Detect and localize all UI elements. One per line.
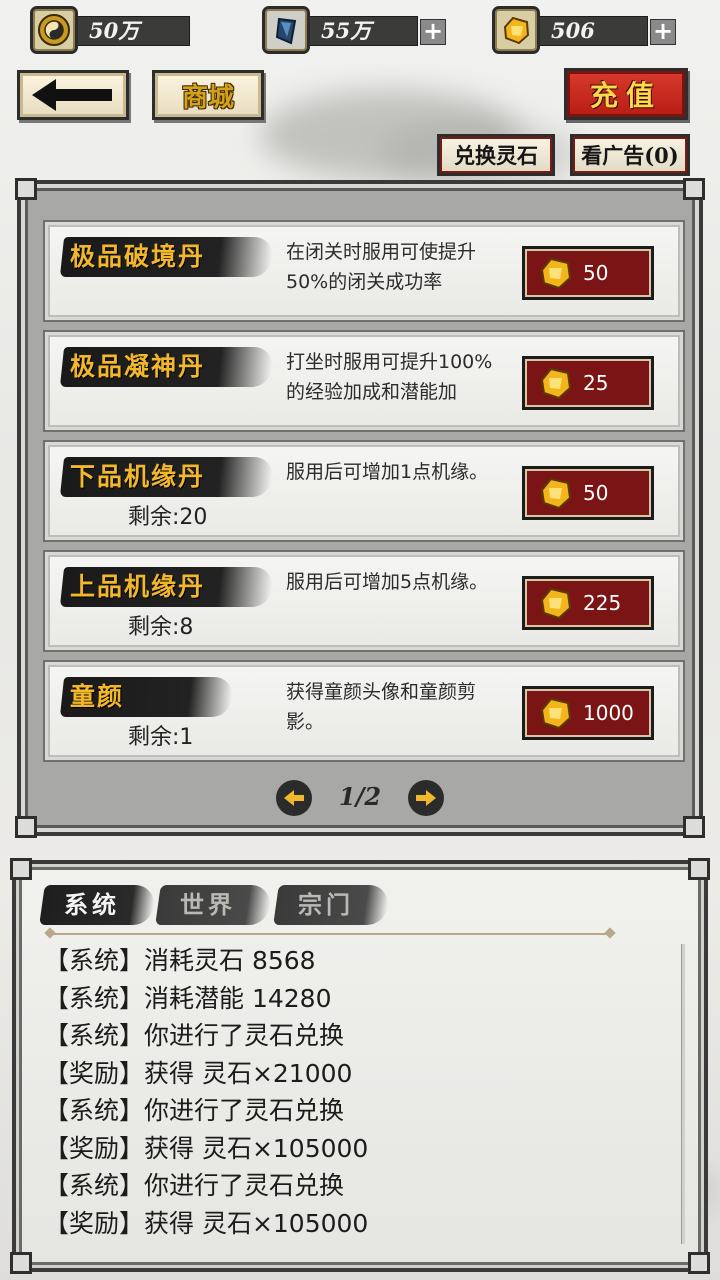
chat-line: 【奖励】获得 灵石×105000 — [44, 1133, 369, 1163]
crystal-amount: 55万 — [292, 16, 418, 46]
tab-label: 世界 — [180, 890, 236, 919]
panel-corner — [688, 1252, 710, 1274]
buy-button[interactable]: 50 — [522, 466, 654, 520]
tab-system[interactable]: 系统 — [39, 885, 157, 925]
back-button[interactable] — [17, 70, 129, 120]
buy-button[interactable]: 25 — [522, 356, 654, 410]
shop-item: 下品机缘丹 剩余:20 服用后可增加1点机缘。 50 — [45, 442, 683, 540]
item-description: 服用后可增加5点机缘。 — [286, 571, 489, 593]
resource-yin-yang: 50万 — [30, 6, 192, 54]
gold-gem-icon — [540, 257, 572, 290]
resource-crystal: 55万 + — [262, 6, 450, 54]
item-name: 童颜 — [70, 682, 125, 711]
blue-crystal-icon — [262, 6, 310, 54]
item-description: 服用后可增加1点机缘。 — [286, 461, 489, 483]
back-arrow-icon — [32, 79, 112, 111]
panel-corner — [688, 858, 710, 880]
gold-gem-icon — [492, 6, 540, 54]
item-name: 极品破境丹 — [70, 242, 206, 271]
prev-page-button[interactable] — [276, 780, 312, 816]
tab-world[interactable]: 世界 — [155, 885, 273, 925]
shop-item: 童颜 剩余:1 获得童颜头像和童颜剪影。 1000 — [45, 662, 683, 760]
shop-panel: 极品破境丹 在闭关时服用可使提升50%的闭关成功率 50 极品凝神丹 打坐时服用… — [15, 178, 705, 838]
arrow-right-icon — [416, 790, 436, 806]
item-price: 50 — [583, 481, 609, 505]
gold-gem-icon — [540, 477, 572, 510]
item-price: 225 — [583, 591, 622, 615]
item-description: 打坐时服用可提升100%的经验加成和潜能加 — [286, 351, 493, 403]
yin-yang-icon — [30, 6, 78, 54]
chat-line: 【系统】你进行了灵石兑换 — [44, 1096, 345, 1125]
item-name: 下品机缘丹 — [70, 462, 206, 491]
recharge-button[interactable]: 充值 — [564, 68, 688, 120]
panel-corner — [683, 178, 705, 200]
yin-yang-amount: 50万 — [60, 16, 190, 46]
watch-ad-button[interactable]: 看广告(0) — [570, 134, 690, 176]
arrow-left-icon — [284, 790, 304, 806]
gold-gem-icon — [540, 697, 572, 730]
chat-divider — [50, 933, 610, 935]
panel-corner — [10, 1252, 32, 1274]
item-name: 上品机缘丹 — [70, 572, 206, 601]
buy-button[interactable]: 225 — [522, 576, 654, 630]
tab-label: 宗门 — [298, 890, 354, 919]
shop-button[interactable]: 商城 — [152, 70, 264, 120]
chat-line: 【系统】消耗灵石 8568 — [44, 946, 316, 975]
item-stock: 剩余:8 — [128, 615, 194, 640]
item-price: 25 — [583, 371, 609, 395]
chat-log: 【系统】消耗灵石 8568 【系统】消耗潜能 14280 【系统】你进行了灵石兑… — [44, 942, 664, 1242]
buy-button[interactable]: 1000 — [522, 686, 654, 740]
item-stock: 剩余:1 — [128, 725, 194, 750]
gold-gem-icon — [540, 367, 572, 400]
tab-label: 系统 — [64, 890, 120, 919]
item-price: 1000 — [583, 701, 634, 725]
panel-corner — [683, 816, 705, 838]
next-page-button[interactable] — [408, 780, 444, 816]
chat-line: 【系统】你进行了灵石兑换 — [44, 1171, 345, 1200]
shop-item: 极品凝神丹 打坐时服用可提升100%的经验加成和潜能加 25 — [45, 332, 683, 430]
panel-corner — [15, 178, 37, 200]
add-gold-button[interactable]: + — [650, 19, 676, 45]
resource-gold: 506 + — [492, 6, 680, 54]
page-indicator: 1/2 — [338, 782, 382, 811]
item-price: 50 — [583, 261, 609, 285]
tab-sect[interactable]: 宗门 — [273, 885, 391, 925]
gold-amount: 506 — [522, 16, 648, 46]
item-name: 极品凝神丹 — [70, 352, 206, 381]
item-stock: 剩余:20 — [128, 505, 208, 530]
panel-corner — [10, 858, 32, 880]
gold-gem-icon — [540, 587, 572, 620]
chat-line: 【系统】你进行了灵石兑换 — [44, 1021, 345, 1050]
shop-item: 上品机缘丹 剩余:8 服用后可增加5点机缘。 225 — [45, 552, 683, 650]
add-crystal-button[interactable]: + — [420, 19, 446, 45]
panel-corner — [15, 816, 37, 838]
chat-line: 【奖励】获得 灵石×105000 — [44, 1208, 369, 1238]
chat-scrollbar[interactable] — [681, 944, 685, 1244]
exchange-spirit-stone-button[interactable]: 兑换灵石 — [437, 134, 555, 176]
item-description: 在闭关时服用可使提升50%的闭关成功率 — [286, 241, 477, 293]
pagination: 1/2 — [0, 778, 720, 818]
chat-line: 【系统】消耗潜能 14280 — [44, 983, 332, 1013]
buy-button[interactable]: 50 — [522, 246, 654, 300]
chat-line: 【奖励】获得 灵石×21000 — [44, 1058, 353, 1088]
item-description: 获得童颜头像和童颜剪影。 — [286, 681, 477, 733]
shop-item: 极品破境丹 在闭关时服用可使提升50%的闭关成功率 50 — [45, 222, 683, 320]
